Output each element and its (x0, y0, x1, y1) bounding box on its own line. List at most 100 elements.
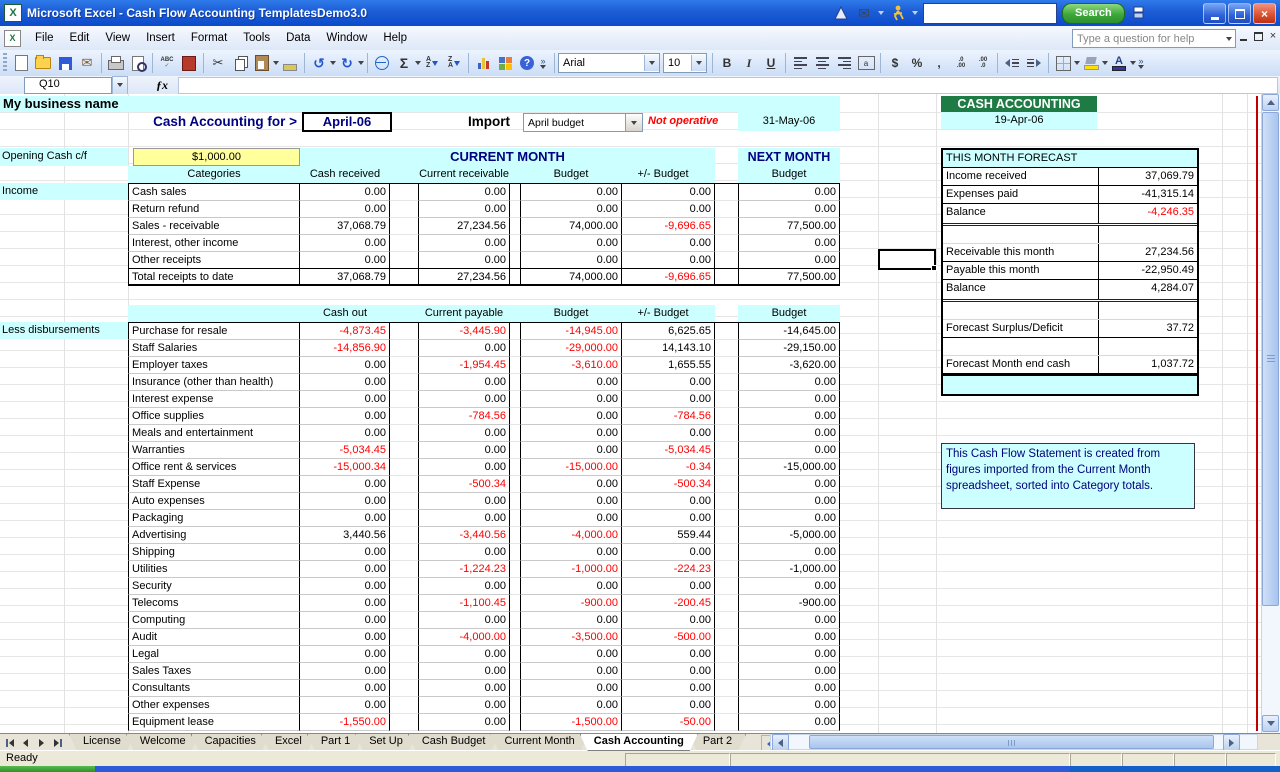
plusminus-budget-cell[interactable]: 0.00 (622, 510, 715, 527)
cash-out-cell[interactable]: 0.00 (300, 680, 390, 697)
plusminus-budget-cell[interactable]: 0.00 (622, 578, 715, 595)
current-payable-cell[interactable]: 0.00 (418, 544, 510, 561)
next-month-budget-cell[interactable]: 77,500.00 (738, 218, 840, 235)
category-cell[interactable]: Office supplies (128, 408, 300, 425)
cash-out-cell[interactable]: -5,034.45 (300, 442, 390, 459)
forecast-label[interactable]: Forecast Month end cash (943, 356, 1099, 373)
paste-icon[interactable] (252, 53, 272, 73)
budget-cell[interactable]: 0.00 (520, 425, 622, 442)
cash-received-cell[interactable]: 0.00 (300, 184, 390, 201)
currency-button[interactable]: $ (885, 53, 905, 73)
category-cell[interactable]: Interest expense (128, 391, 300, 408)
next-month-budget-cell[interactable]: 0.00 (738, 425, 840, 442)
font-size-dropdown-icon[interactable] (691, 55, 706, 71)
current-receivable-cell[interactable]: 0.00 (418, 252, 510, 269)
sheet-tab[interactable]: Welcome (126, 734, 200, 751)
current-payable-cell[interactable]: -784.56 (418, 408, 510, 425)
category-cell[interactable]: Consultants (128, 680, 300, 697)
budget-cell[interactable]: 0.00 (520, 612, 622, 629)
current-payable-cell[interactable]: -1,100.45 (418, 595, 510, 612)
horizontal-scrollbar[interactable] (770, 734, 1258, 750)
total-plusminus-budget[interactable]: -9,696.65 (622, 268, 715, 286)
current-payable-cell[interactable]: 0.00 (418, 510, 510, 527)
forecast-value[interactable]: -41,315.14 (1099, 186, 1197, 203)
menu-item[interactable]: View (97, 28, 138, 48)
menu-item[interactable]: Insert (138, 28, 183, 48)
cash-out-cell[interactable]: -4,873.45 (300, 323, 390, 340)
next-month-budget-cell[interactable]: -3,620.00 (738, 357, 840, 374)
chevron-down-icon[interactable] (1226, 37, 1232, 41)
plusminus-budget-cell[interactable]: 0.00 (622, 544, 715, 561)
current-payable-cell[interactable]: 0.00 (418, 578, 510, 595)
category-cell[interactable]: Office rent & services (128, 459, 300, 476)
current-receivable-cell[interactable]: 0.00 (418, 201, 510, 218)
next-month-budget-cell[interactable]: 0.00 (738, 184, 840, 201)
cash-out-cell[interactable]: 0.00 (300, 391, 390, 408)
current-payable-cell[interactable]: 0.00 (418, 697, 510, 714)
percent-button[interactable]: % (907, 53, 927, 73)
budget-cell[interactable]: 0.00 (520, 493, 622, 510)
next-month-budget-cell[interactable]: -900.00 (738, 595, 840, 612)
drawing-icon[interactable] (495, 53, 515, 73)
cash-out-cell[interactable]: -15,000.34 (300, 459, 390, 476)
col-header-cash-received[interactable]: Cash received (285, 166, 405, 183)
budget-cell[interactable]: 0.00 (520, 663, 622, 680)
category-cell[interactable]: Purchase for resale (128, 323, 300, 340)
name-box[interactable]: Q10 (24, 77, 112, 94)
plusminus-budget-cell[interactable]: -200.45 (622, 595, 715, 612)
income-section-label[interactable]: Income (0, 183, 128, 200)
current-payable-cell[interactable]: -3,440.56 (418, 527, 510, 544)
borders-dropdown-icon[interactable] (1074, 61, 1080, 65)
current-payable-cell[interactable]: -4,000.00 (418, 629, 510, 646)
category-cell[interactable]: Other expenses (128, 697, 300, 714)
close-button[interactable]: × (1253, 3, 1276, 24)
borders-icon[interactable] (1053, 53, 1073, 73)
category-cell[interactable]: Return refund (128, 201, 300, 218)
scroll-left-icon[interactable] (772, 734, 789, 751)
forecast-label[interactable]: Balance (943, 204, 1099, 223)
category-cell[interactable]: Other receipts (128, 252, 300, 269)
workbook-close-icon[interactable]: × (1268, 31, 1278, 41)
cash-out-cell[interactable]: 0.00 (300, 544, 390, 561)
budget-cell[interactable]: 0.00 (520, 184, 622, 201)
next-month-budget-cell[interactable]: 0.00 (738, 235, 840, 252)
cash-out-cell[interactable]: 0.00 (300, 578, 390, 595)
col-header-current-receivable[interactable]: Current receivable (404, 166, 524, 183)
category-cell[interactable]: Staff Salaries (128, 340, 300, 357)
current-payable-cell[interactable]: 0.00 (418, 663, 510, 680)
selected-cell[interactable] (878, 249, 936, 270)
plusminus-budget-cell[interactable]: 0.00 (622, 201, 715, 218)
budget-cell[interactable]: 0.00 (520, 510, 622, 527)
forecast-value[interactable] (1099, 226, 1197, 243)
next-month-budget-cell[interactable]: 0.00 (738, 408, 840, 425)
plusminus-budget-cell[interactable]: -500.00 (622, 629, 715, 646)
current-payable-cell[interactable]: 0.00 (418, 646, 510, 663)
import-dropdown-icon[interactable] (625, 114, 642, 131)
budget-cell[interactable]: 0.00 (520, 680, 622, 697)
menu-item[interactable]: File (27, 28, 62, 48)
total-label-cell[interactable]: Total receipts to date (128, 268, 300, 286)
help-icon[interactable]: ? (517, 53, 537, 73)
font-name-dropdown-icon[interactable] (644, 55, 659, 71)
redo-dropdown-icon[interactable] (358, 61, 364, 65)
plusminus-budget-cell[interactable]: 1,655.55 (622, 357, 715, 374)
next-month-budget-cell[interactable]: 0.00 (738, 493, 840, 510)
category-cell[interactable]: Utilities (128, 561, 300, 578)
cut-icon[interactable]: ✂ (208, 53, 228, 73)
plusminus-budget-cell[interactable]: 0.00 (622, 374, 715, 391)
forecast-label[interactable]: Expenses paid (943, 186, 1099, 203)
import-dropdown[interactable]: April budget (523, 113, 643, 132)
aol-pyramid-icon[interactable] (832, 4, 850, 22)
undo-dropdown-icon[interactable] (330, 61, 336, 65)
cash-out-cell[interactable]: 0.00 (300, 697, 390, 714)
category-cell[interactable]: Insurance (other than health) (128, 374, 300, 391)
next-month-budget-cell[interactable]: 0.00 (738, 374, 840, 391)
mail-icon[interactable]: ✉ (855, 4, 873, 22)
opening-cash-cell[interactable]: $1,000.00 (133, 148, 300, 166)
current-payable-cell[interactable]: -1,954.45 (418, 357, 510, 374)
open-icon[interactable] (33, 53, 53, 73)
budget-cell[interactable]: 0.00 (520, 408, 622, 425)
next-month-budget-cell[interactable]: -1,000.00 (738, 561, 840, 578)
name-box-dropdown-icon[interactable] (112, 76, 128, 95)
sheet-tab[interactable]: Part 1 (307, 734, 364, 751)
